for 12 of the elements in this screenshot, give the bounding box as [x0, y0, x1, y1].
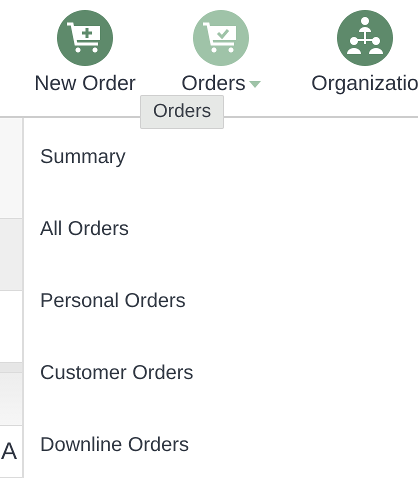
nav-link[interactable]: New Order — [34, 72, 136, 96]
nav-link[interactable]: Organizatio — [311, 72, 418, 96]
menu-item[interactable]: Downline Orders — [24, 409, 418, 478]
organization-icon[interactable] — [337, 10, 393, 66]
tooltip: Orders — [140, 95, 224, 129]
cart-check-icon[interactable] — [193, 10, 249, 66]
table-cell: A — [0, 438, 18, 466]
menu-item[interactable]: Personal Orders — [24, 265, 418, 337]
menu-item[interactable]: All Orders — [24, 193, 418, 265]
cart-plus-icon[interactable] — [57, 10, 113, 66]
nav-link[interactable]: Orders — [181, 72, 246, 96]
menu-item[interactable]: Customer Orders — [24, 337, 418, 409]
